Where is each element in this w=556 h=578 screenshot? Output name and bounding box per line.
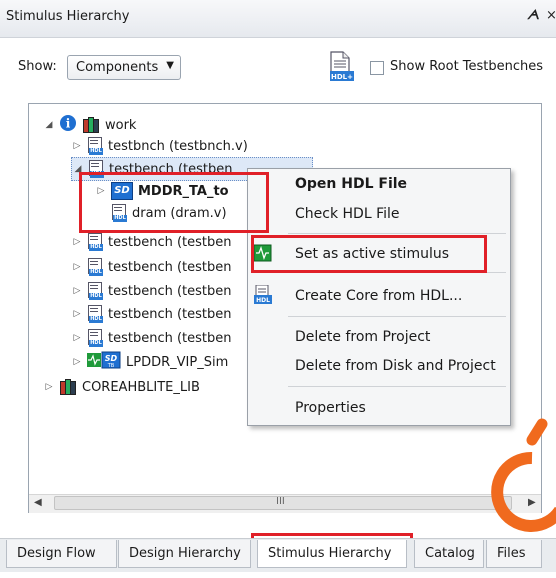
show-root-testbenches-label: Show Root Testbenches xyxy=(390,59,544,74)
tree-item-testbench[interactable]: ▷ HDL testbench (testben xyxy=(71,303,232,325)
chevron-down-icon: ▼ xyxy=(166,60,174,71)
watermark-logo xyxy=(491,418,556,532)
create-core-icon: HDL xyxy=(254,284,272,309)
panel-title: Stimulus Hierarchy xyxy=(6,9,130,24)
hdl-file-icon: HDL xyxy=(87,305,103,323)
svg-text:SD: SD xyxy=(105,354,118,363)
expand-arrow-icon[interactable]: ▷ xyxy=(71,262,83,272)
show-root-testbenches-checkbox[interactable] xyxy=(370,61,384,75)
tab-stimulus-hierarchy[interactable]: Stimulus Hierarchy xyxy=(257,540,407,568)
tree-item-label: testbench (testben xyxy=(108,330,232,346)
svg-text:HDL+: HDL+ xyxy=(331,73,353,81)
tree-item-label: work xyxy=(105,117,137,133)
expand-arrow-icon[interactable]: ▷ xyxy=(71,357,83,367)
context-menu: Open HDL File Check HDL File Set as acti… xyxy=(247,168,511,426)
menu-item-delete-from-disk-and-project[interactable]: Delete from Disk and Project xyxy=(295,358,496,374)
svg-text:HDL: HDL xyxy=(256,297,270,304)
tree-item-lpddr-vip-sim[interactable]: ▷ SD TB LPDDR_VIP_Sim xyxy=(71,351,228,373)
tree-item-testbench[interactable]: ▷ HDL testbench (testben xyxy=(71,256,232,278)
svg-text:i: i xyxy=(66,117,71,131)
library-icon xyxy=(82,117,100,133)
hdl-new-file-icon: HDL+ xyxy=(330,51,354,81)
menu-item-set-active-stimulus[interactable]: Set as active stimulus xyxy=(295,246,449,262)
hdl-file-icon: HDL xyxy=(87,282,103,300)
menu-item-delete-from-project[interactable]: Delete from Project xyxy=(295,329,430,345)
tree-item-label: COREAHBLITE_LIB xyxy=(82,379,200,395)
tree-item-label: dram (dram.v) xyxy=(132,205,227,221)
menu-separator xyxy=(288,272,506,273)
menu-separator xyxy=(288,233,506,234)
expand-arrow-icon[interactable]: ▷ xyxy=(71,333,83,343)
expand-arrow-icon[interactable]: ▷ xyxy=(71,286,83,296)
hdl-file-icon: HDL xyxy=(87,137,103,155)
close-icon[interactable]: × xyxy=(546,8,556,23)
hdl-file-icon: HDL xyxy=(87,233,103,251)
collapse-arrow-icon[interactable]: ◢ xyxy=(72,164,84,174)
hdl-file-icon: HDL xyxy=(88,160,104,178)
tree-item-label: MDDR_TA_to xyxy=(138,183,229,199)
svg-text:TB: TB xyxy=(107,363,115,369)
smartdesign-icon: SD xyxy=(111,182,133,200)
show-dropdown[interactable]: Components ▼ xyxy=(67,55,181,80)
menu-item-open-hdl-file[interactable]: Open HDL File xyxy=(295,176,407,192)
menu-item-properties[interactable]: Properties xyxy=(295,400,366,416)
tab-design-flow[interactable]: Design Flow xyxy=(6,540,117,568)
pin-icon[interactable]: ᗅ xyxy=(527,8,539,23)
tree-item-label: testbench (testben xyxy=(108,259,232,275)
menu-item-create-core-from-hdl[interactable]: Create Core from HDL... xyxy=(295,288,462,304)
tree-item-dram[interactable]: HDL dram (dram.v) xyxy=(111,202,227,224)
menu-separator xyxy=(288,316,506,317)
info-icon: i xyxy=(59,114,77,136)
scrollbar-grip: III xyxy=(276,496,285,507)
smartdesign-testbench-icon: SD TB xyxy=(87,351,121,373)
create-hdl-stimulus-button[interactable]: HDL+ xyxy=(327,51,355,83)
tree-item-label: testbench (testben xyxy=(108,234,232,250)
menu-separator xyxy=(288,386,506,387)
hdl-file-icon: HDL xyxy=(87,329,103,347)
tree-item-testbench[interactable]: ▷ HDL testbench (testben xyxy=(71,231,232,253)
expand-arrow-icon[interactable]: ▷ xyxy=(43,382,55,392)
scroll-left-icon[interactable]: ◀ xyxy=(34,497,42,508)
collapse-arrow-icon[interactable]: ◢ xyxy=(43,120,55,130)
expand-arrow-icon[interactable]: ▷ xyxy=(71,141,83,151)
stimulus-waveform-icon xyxy=(253,244,272,266)
tree-item-testbench[interactable]: ▷ HDL testbench (testben xyxy=(71,327,232,349)
tree-item-label: testbench (testben xyxy=(109,161,233,177)
tab-design-hierarchy[interactable]: Design Hierarchy xyxy=(118,540,251,568)
tree-item-label: testbench (testben xyxy=(108,306,232,322)
expand-arrow-icon[interactable]: ▷ xyxy=(71,237,83,247)
tree-item-label: LPDDR_VIP_Sim xyxy=(126,354,229,370)
hdl-file-icon: HDL xyxy=(87,258,103,276)
tree-item-testbnch[interactable]: ▷ HDL testbnch (testbnch.v) xyxy=(71,135,248,157)
expand-arrow-icon[interactable]: ▷ xyxy=(95,186,107,196)
expand-arrow-icon[interactable]: ▷ xyxy=(71,309,83,319)
tree-item-label: testbench (testben xyxy=(108,283,232,299)
show-dropdown-value: Components xyxy=(76,60,159,75)
menu-item-check-hdl-file[interactable]: Check HDL File xyxy=(295,206,400,222)
library-icon xyxy=(59,379,77,395)
tree-item-mddr-ta-top[interactable]: ▷ SD MDDR_TA_to xyxy=(95,180,229,202)
show-label: Show: xyxy=(18,59,57,74)
tree-item-testbench[interactable]: ▷ HDL testbench (testben xyxy=(71,280,232,302)
tree-item-coreahblite-lib[interactable]: ▷ COREAHBLITE_LIB xyxy=(43,376,200,398)
hdl-file-icon: HDL xyxy=(111,204,127,222)
tree-item-label: testbnch (testbnch.v) xyxy=(108,138,248,154)
tree-item-work[interactable]: ◢ i work xyxy=(43,114,136,136)
